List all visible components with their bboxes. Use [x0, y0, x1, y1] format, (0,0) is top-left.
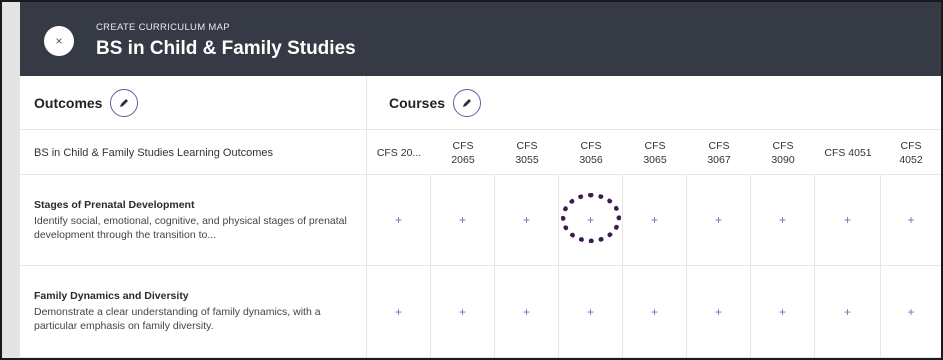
- outcome-title: Stages of Prenatal Development: [34, 198, 195, 211]
- outcome-cell[interactable]: Stages of Prenatal Development Identify …: [20, 175, 367, 265]
- outcome-description: Demonstrate a clear understanding of fam…: [34, 306, 321, 332]
- outcome-row: Family Dynamics and Diversity Demonstrat…: [20, 266, 941, 358]
- plus-icon: +: [843, 304, 851, 319]
- courses-label: Courses: [389, 94, 446, 111]
- map-cell[interactable]: +: [559, 266, 623, 357]
- map-cell[interactable]: +: [687, 175, 751, 265]
- outcome-cell[interactable]: Family Dynamics and Diversity Demonstrat…: [20, 266, 367, 357]
- map-cell[interactable]: +: [431, 266, 495, 357]
- map-cell[interactable]: +: [367, 175, 431, 265]
- outcome-title: Family Dynamics and Diversity: [34, 290, 189, 302]
- course-column-header[interactable]: CFS 3090: [751, 130, 815, 175]
- course-column-header[interactable]: CFS 3065: [623, 130, 687, 175]
- plus-icon: +: [458, 213, 466, 227]
- course-column-header[interactable]: CFS 2065: [431, 130, 495, 175]
- map-cell[interactable]: +: [815, 266, 881, 357]
- map-cell[interactable]: +: [431, 175, 495, 265]
- course-column-header[interactable]: CFS 4051: [815, 130, 881, 175]
- column-header-row: BS in Child & Family Studies Learning Ou…: [20, 130, 941, 175]
- course-column-header[interactable]: CFS 3056: [559, 130, 623, 175]
- plus-icon: +: [778, 213, 786, 227]
- map-cell[interactable]: +: [495, 266, 559, 357]
- course-column-header[interactable]: CFS 4052: [881, 130, 941, 175]
- outcomes-section-header: Outcomes: [20, 76, 367, 130]
- plus-icon: +: [586, 213, 594, 227]
- edit-courses-button[interactable]: [453, 88, 482, 117]
- pencil-icon: [120, 98, 129, 107]
- course-column-header[interactable]: CFS 3067: [687, 130, 751, 175]
- plus-icon: +: [714, 304, 722, 319]
- map-cell[interactable]: +: [623, 266, 687, 357]
- outcome-description: Identify social, emotional, cognitive, a…: [34, 214, 347, 241]
- app-frame: × CREATE CURRICULUM MAP BS in Child & Fa…: [0, 0, 943, 360]
- plus-icon: +: [714, 213, 722, 227]
- outcomes-column-header: BS in Child & Family Studies Learning Ou…: [20, 130, 367, 175]
- plus-icon: +: [907, 213, 915, 227]
- map-cell[interactable]: +: [881, 175, 941, 265]
- map-cell[interactable]: +: [687, 266, 751, 357]
- map-cell[interactable]: +: [559, 175, 623, 265]
- close-button[interactable]: ×: [44, 26, 74, 56]
- map-cell[interactable]: +: [815, 175, 881, 265]
- map-cell[interactable]: +: [495, 175, 559, 265]
- map-cell[interactable]: +: [751, 266, 815, 357]
- edit-outcomes-button[interactable]: [110, 88, 139, 117]
- header-subtitle: CREATE CURRICULUM MAP: [96, 22, 230, 33]
- page-title: BS in Child & Family Studies: [96, 38, 356, 59]
- plus-icon: +: [586, 304, 594, 319]
- plus-icon: +: [778, 304, 786, 319]
- plus-icon: +: [650, 304, 658, 319]
- outcome-row: Stages of Prenatal Development Identify …: [20, 175, 941, 266]
- map-cell[interactable]: +: [751, 175, 815, 265]
- courses-section-header: Courses: [367, 76, 941, 130]
- page-header: × CREATE CURRICULUM MAP BS in Child & Fa…: [20, 2, 941, 76]
- plus-icon: +: [394, 213, 402, 227]
- plus-icon: +: [522, 213, 530, 227]
- map-cell[interactable]: +: [623, 175, 687, 265]
- plus-icon: +: [394, 304, 402, 319]
- course-column-header[interactable]: CFS 3055: [495, 130, 559, 175]
- map-cell[interactable]: +: [881, 266, 941, 357]
- left-strip: [2, 2, 20, 358]
- map-cell[interactable]: +: [367, 266, 431, 357]
- pencil-icon: [463, 98, 472, 107]
- plus-icon: +: [843, 213, 851, 227]
- plus-icon: +: [522, 304, 530, 319]
- plus-icon: +: [907, 304, 915, 319]
- outcomes-label: Outcomes: [34, 94, 103, 111]
- plus-icon: +: [458, 304, 466, 319]
- close-icon: ×: [55, 34, 63, 48]
- plus-icon: +: [650, 213, 658, 227]
- course-column-header[interactable]: CFS 20...: [367, 130, 431, 175]
